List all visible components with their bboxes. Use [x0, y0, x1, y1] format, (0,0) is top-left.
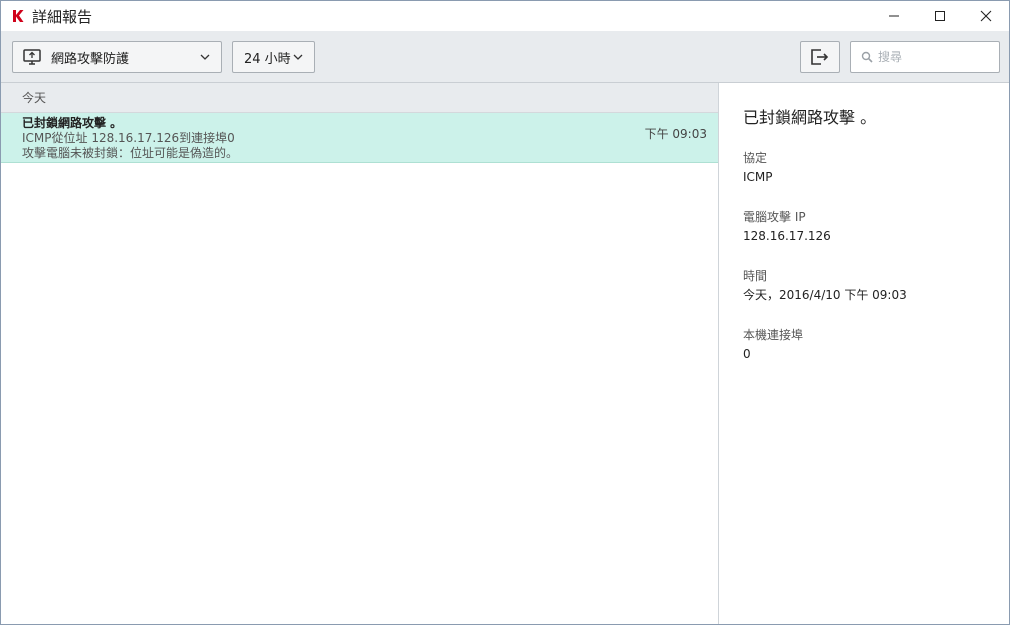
chevron-down-icon — [200, 54, 210, 60]
minimize-icon — [889, 15, 899, 17]
field-value: 128.16.17.126 — [743, 229, 831, 243]
export-icon — [811, 49, 829, 65]
period-label: 24 小時 — [244, 51, 291, 67]
group-header: 今天 — [1, 83, 718, 113]
detail-field-protocol: 協定 ICMP — [743, 150, 1009, 185]
kaspersky-logo-icon — [11, 9, 25, 23]
detail-title: 已封鎖網路攻擊 。 — [743, 108, 877, 127]
detail-field-local-port: 本機連接埠 0 — [743, 327, 1009, 362]
search-icon — [861, 51, 873, 63]
window-controls — [871, 1, 1009, 31]
event-title: 已封鎖網路攻擊 。 — [22, 116, 123, 130]
field-value: 0 — [743, 347, 751, 361]
search-box[interactable] — [850, 41, 1000, 73]
event-list: 今天 已封鎖網路攻擊 。 ICMP從位址 128.16.17.126到連接埠0 … — [1, 83, 718, 624]
report-window: 詳細報告 網路攻擊防護 24 小時 搜尋 今天 已封鎖網路攻擊 。 ICMP從位… — [0, 0, 1010, 625]
chevron-down-icon — [293, 54, 303, 60]
event-description: ICMP從位址 128.16.17.126到連接埠0 — [22, 131, 235, 145]
field-value: ICMP — [743, 170, 773, 184]
event-time: 下午 09:03 — [644, 127, 707, 141]
category-label: 網路攻擊防護 — [51, 51, 130, 67]
minimize-button[interactable] — [871, 1, 917, 31]
detail-field-attacker-ip: 電腦攻擊 IP 128.16.17.126 — [743, 209, 1009, 244]
export-button[interactable] — [800, 41, 840, 73]
event-note: 攻擊電腦未被封鎖：位址可能是偽造的。 — [22, 146, 239, 160]
field-label: 電腦攻擊 IP — [743, 210, 806, 224]
close-icon — [980, 10, 992, 22]
field-label: 本機連接埠 — [743, 328, 804, 342]
field-label: 協定 — [743, 151, 768, 165]
category-dropdown[interactable]: 網路攻擊防護 — [12, 41, 222, 73]
search-input[interactable] — [878, 50, 988, 64]
title-bar: 詳細報告 — [1, 1, 1009, 31]
list-item[interactable]: 已封鎖網路攻擊 。 ICMP從位址 128.16.17.126到連接埠0 攻擊電… — [1, 113, 718, 163]
toolbar: 網路攻擊防護 24 小時 — [1, 31, 1009, 83]
maximize-button[interactable] — [917, 1, 963, 31]
field-value: 今天，2016/4/10 下午 09:03 — [743, 288, 907, 302]
monitor-shield-icon — [23, 49, 41, 65]
maximize-icon — [935, 11, 945, 21]
detail-pane: 已封鎖網路攻擊 。 協定 ICMP 電腦攻擊 IP 128.16.17.126 … — [719, 83, 1009, 624]
period-dropdown[interactable]: 24 小時 — [232, 41, 315, 73]
close-button[interactable] — [963, 1, 1009, 31]
field-label: 時間 — [743, 269, 768, 283]
detail-field-time: 時間 今天，2016/4/10 下午 09:03 — [743, 268, 1009, 303]
window-title: 詳細報告 — [32, 7, 93, 26]
